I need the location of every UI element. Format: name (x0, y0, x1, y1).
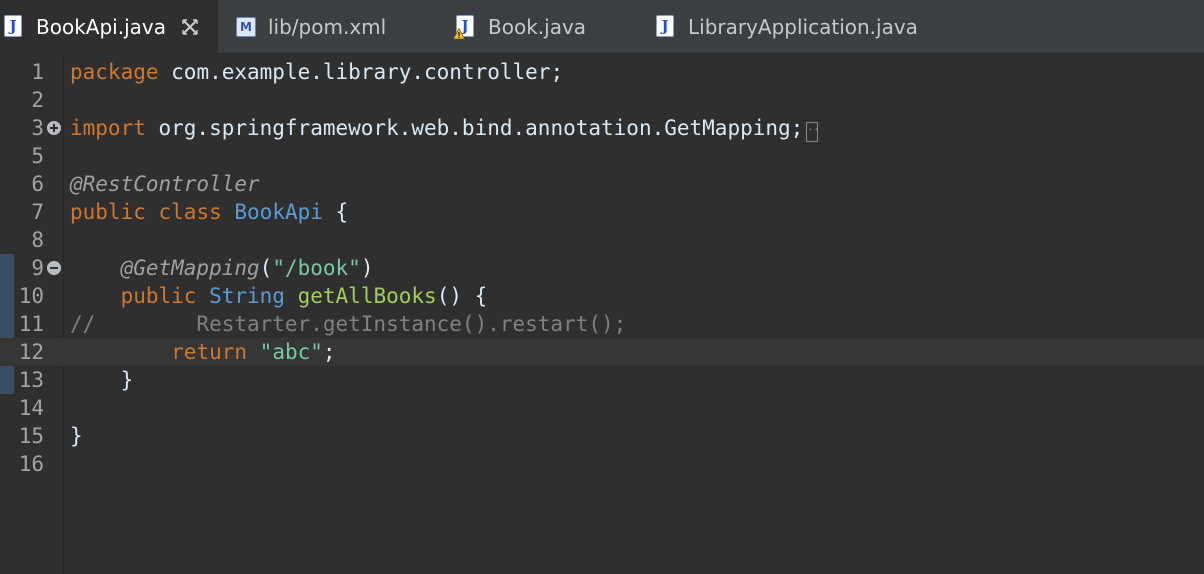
code-token: return (171, 340, 248, 364)
code-token: public (120, 284, 197, 308)
code-token: import (70, 116, 146, 140)
tab-label: lib/pom.xml (268, 15, 387, 39)
code-line[interactable]: 9 @GetMapping("/book") (0, 254, 1204, 282)
line-number: 7 (31, 200, 44, 224)
tab-libraryapplication-java[interactable]: J LibraryApplication.java (656, 0, 918, 54)
code-line[interactable]: 8 (0, 226, 1204, 254)
code-text: } (70, 422, 83, 450)
line-number: 14 (18, 396, 44, 420)
code-text: } (70, 366, 134, 394)
code-token: "/book" (272, 256, 361, 280)
line-number: 3 (31, 116, 44, 140)
code-line[interactable]: 10 public String getAllBooks() { (0, 282, 1204, 310)
line-number: 16 (18, 452, 44, 476)
line-number: 13 (18, 368, 44, 392)
tab-book-java[interactable]: J Book.java (453, 0, 587, 54)
line-number: 5 (31, 144, 44, 168)
java-file-warning-icon: J (453, 15, 476, 40)
code-text: public class BookApi { (70, 198, 348, 226)
line-number: 10 (18, 284, 44, 308)
code-line[interactable]: 1 package com.example.library.controller; (0, 58, 1204, 86)
fold-collapse-icon[interactable] (46, 260, 62, 276)
code-token: org.springframework.web.bind.annotation.… (145, 116, 804, 140)
code-line[interactable]: 13 } (0, 366, 1204, 394)
line-number: 6 (31, 172, 44, 196)
code-text: @RestController (70, 170, 260, 198)
warning-icon (453, 28, 465, 40)
code-line[interactable]: 6 @RestController (0, 170, 1204, 198)
code-text: return "abc"; (70, 338, 336, 366)
code-line[interactable]: 5 (0, 142, 1204, 170)
line-number: 1 (31, 60, 44, 84)
code-token: getAllBooks (297, 284, 437, 308)
code-token: "abc" (259, 340, 323, 364)
java-file-icon: J (656, 15, 676, 39)
code-line[interactable]: 16 (0, 450, 1204, 478)
code-text: import org.springframework.web.bind.anno… (70, 114, 819, 142)
line-number: 2 (31, 88, 44, 112)
code-token: } (70, 368, 134, 392)
code-token: public (70, 200, 146, 224)
code-text: package com.example.library.controller; (70, 58, 563, 86)
line-number: 9 (31, 256, 44, 280)
code-token: BookApi (234, 200, 323, 224)
code-token: package (70, 60, 159, 84)
code-editor[interactable]: 1 package com.example.library.controller;… (0, 54, 1204, 574)
code-line[interactable]: 3 import org.springframework.web.bind.ann… (0, 114, 1204, 142)
line-number: 8 (31, 228, 44, 252)
code-token: @GetMapping (120, 256, 260, 280)
code-token: { (322, 200, 349, 224)
code-line[interactable]: 2 (0, 86, 1204, 114)
java-file-icon: J (4, 15, 24, 39)
line-number: 11 (18, 312, 44, 336)
tab-label: Book.java (488, 15, 587, 39)
code-token: class (158, 200, 222, 224)
tab-label: BookApi.java (36, 15, 166, 39)
line-number: 12 (18, 340, 44, 364)
tab-bookapi-java[interactable]: J BookApi.java (0, 0, 218, 54)
code-text: // Restarter.getInstance().restart(); (70, 310, 626, 338)
code-text: @GetMapping("/book") (70, 254, 374, 282)
code-token: ( (259, 256, 273, 280)
collapsed-region-marker[interactable]: .. (806, 122, 819, 142)
code-line[interactable]: 15} (0, 422, 1204, 450)
tab-pom-xml[interactable]: M lib/pom.xml (236, 0, 386, 54)
close-tab-icon[interactable] (180, 17, 200, 37)
code-token: } (70, 424, 83, 448)
tab-label: LibraryApplication.java (688, 15, 918, 39)
code-token: ) (360, 256, 374, 280)
code-token: @RestController (70, 172, 260, 196)
line-number: 15 (18, 424, 44, 448)
code-line[interactable]: 12 return "abc"; (0, 338, 1204, 366)
code-token: () { (436, 284, 488, 308)
code-line[interactable]: 14 (0, 394, 1204, 422)
code-line[interactable]: 11 // Restarter.getInstance().restart(); (0, 310, 1204, 338)
maven-file-icon: M (236, 15, 256, 39)
code-text: public String getAllBooks() { (70, 282, 488, 310)
code-line[interactable]: 7 public class BookApi { (0, 198, 1204, 226)
code-token: ; (322, 340, 336, 364)
code-token: String (209, 284, 285, 308)
fold-expand-icon[interactable] (46, 120, 62, 136)
code-token: // Restarter.getInstance().restart(); (70, 312, 627, 336)
editor-tab-bar: J BookApi.java M lib/pom.xml J Book.java… (0, 0, 1204, 54)
code-token: com.example.library.controller; (158, 60, 564, 84)
